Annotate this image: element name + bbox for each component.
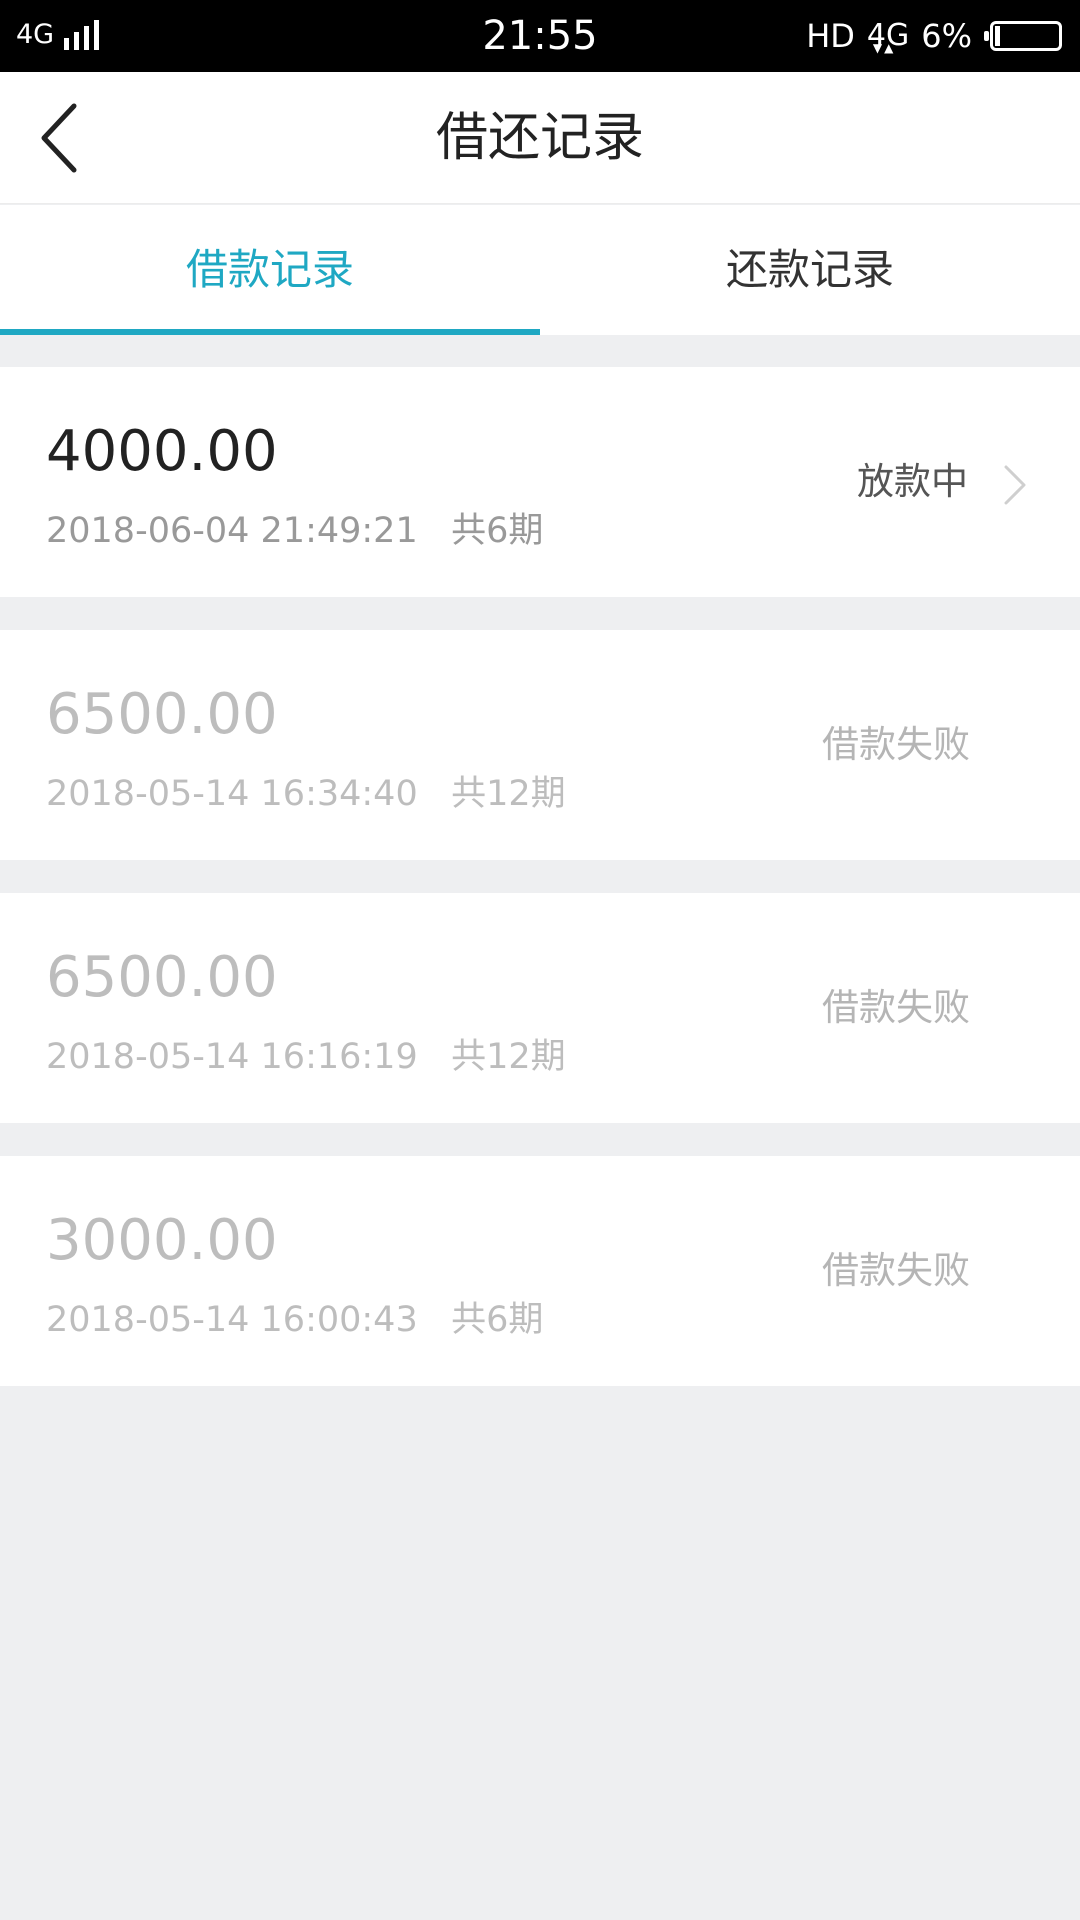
loan-periods: 共6期 [451, 511, 544, 551]
battery-icon [984, 21, 1062, 51]
loan-record-item[interactable]: 6500.00 2018-05-14 16:34:40 共12期 借款失败 [0, 630, 1080, 860]
loan-status: 放款中 [857, 460, 968, 503]
nav-bar: 借还记录 [0, 72, 1080, 204]
tab-loan-records-label: 借款记录 [185, 245, 354, 294]
loan-periods: 共12期 [451, 774, 566, 814]
loan-amount: 6500.00 [46, 945, 278, 1010]
tab-repayment-records-label: 还款记录 [725, 245, 894, 294]
hd-label: HD [806, 17, 855, 55]
loan-status: 借款失败 [822, 723, 970, 766]
loan-meta: 2018-05-14 16:00:43 共6期 [46, 1298, 543, 1342]
loan-meta: 2018-05-14 16:34:40 共12期 [46, 772, 566, 816]
loan-status: 借款失败 [822, 1249, 970, 1292]
tab-bar: 借款记录 还款记录 [0, 205, 1080, 335]
loan-record-item[interactable]: 3000.00 2018-05-14 16:00:43 共6期 借款失败 [0, 1156, 1080, 1386]
tab-loan-records[interactable]: 借款记录 [0, 205, 540, 335]
page-title: 借还记录 [435, 108, 644, 168]
active-tab-indicator [0, 329, 540, 335]
status-right: HD 4G ▼▲ 6% [806, 16, 1062, 56]
loan-status: 借款失败 [822, 986, 970, 1029]
status-bar: 4G 21:55 HD 4G ▼▲ 6% [0, 0, 1080, 72]
data-arrows-icon: ▼▲ [872, 41, 896, 55]
loan-datetime: 2018-05-14 16:34:40 [46, 774, 418, 814]
loan-record-item[interactable]: 4000.00 2018-06-04 21:49:21 共6期 放款中 [0, 367, 1080, 597]
loan-amount: 3000.00 [46, 1208, 278, 1273]
battery-percent: 6% [921, 17, 972, 55]
loan-meta: 2018-05-14 16:16:19 共12期 [46, 1035, 566, 1079]
loan-amount: 4000.00 [46, 419, 278, 484]
loan-periods: 共12期 [451, 1037, 566, 1077]
loan-record-item[interactable]: 6500.00 2018-05-14 16:16:19 共12期 借款失败 [0, 893, 1080, 1123]
data-type-icon: 4G ▼▲ [867, 16, 909, 56]
chevron-right-icon [1002, 463, 1028, 507]
loan-datetime: 2018-06-04 21:49:21 [46, 511, 418, 551]
loan-periods: 共6期 [451, 1300, 544, 1340]
loan-amount: 6500.00 [46, 682, 278, 747]
tab-repayment-records[interactable]: 还款记录 [540, 205, 1080, 335]
loan-datetime: 2018-05-14 16:16:19 [46, 1037, 418, 1077]
loan-datetime: 2018-05-14 16:00:43 [46, 1300, 418, 1340]
loan-meta: 2018-06-04 21:49:21 共6期 [46, 509, 543, 553]
